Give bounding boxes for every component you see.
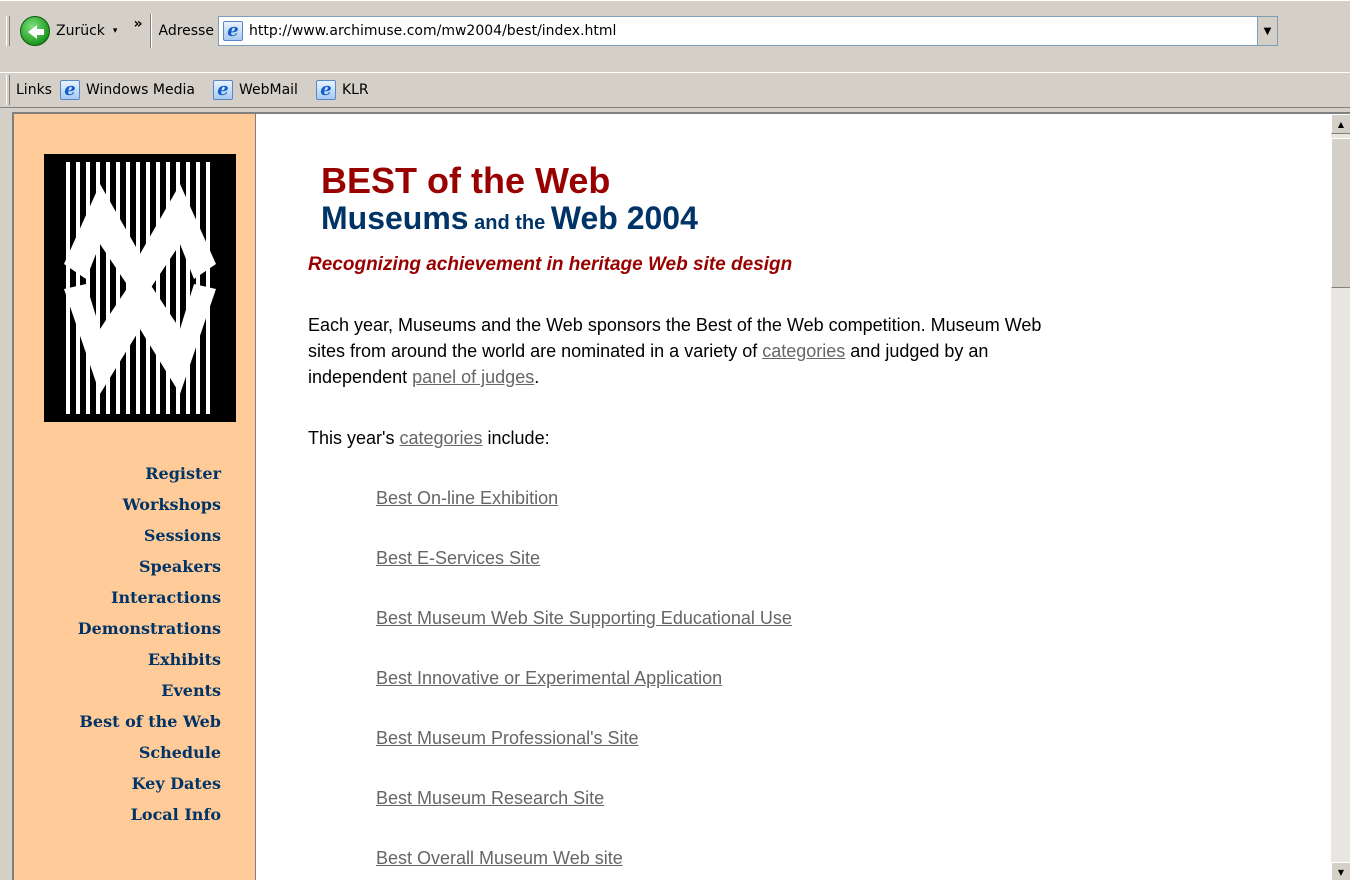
- chevron-up-icon: ▲: [1337, 119, 1345, 129]
- category-link[interactable]: Best On-line Exhibition: [376, 488, 558, 508]
- back-label: Zurück: [56, 23, 105, 39]
- sidebar-nav: Register Workshops Sessions Speakers Int…: [78, 458, 221, 830]
- list-item: Best Museum Professional's Site: [376, 728, 792, 788]
- nav-speakers[interactable]: Speakers: [78, 551, 221, 582]
- intro-text: .: [534, 367, 540, 387]
- page-subtitle: Museums and the Web 2004: [321, 200, 698, 237]
- address-toolbar: Zurück ▾ » Adresse e http://www.archimus…: [0, 0, 1350, 72]
- category-list: Best On-line Exhibition Best E-Services …: [376, 488, 792, 880]
- page-viewport: Register Workshops Sessions Speakers Int…: [12, 112, 1350, 880]
- subtitle-part: Museums: [321, 200, 469, 236]
- navigation-row: Zurück ▾ » Adresse e http://www.archimus…: [0, 11, 1350, 51]
- link-label: Windows Media: [85, 82, 195, 98]
- cats-text: This year's: [308, 428, 400, 448]
- link-webmail[interactable]: e WebMail: [212, 80, 298, 100]
- nav-events[interactable]: Events: [78, 675, 221, 706]
- toolbar-grip[interactable]: [6, 16, 10, 46]
- link-label: KLR: [341, 82, 369, 98]
- categories-intro: This year's categories include:: [308, 428, 550, 449]
- category-link[interactable]: Best Museum Research Site: [376, 788, 604, 808]
- mw-logo-graphic: [44, 154, 236, 422]
- links-toolbar: Links e Windows Media e WebMail e KLR: [0, 72, 1350, 108]
- category-link[interactable]: Best Museum Professional's Site: [376, 728, 639, 748]
- scroll-thumb[interactable]: [1331, 138, 1350, 288]
- ie-page-icon: e: [315, 80, 336, 100]
- list-item: Best E-Services Site: [376, 548, 792, 608]
- list-item: Best Innovative or Experimental Applicat…: [376, 668, 792, 728]
- categories-link-2[interactable]: categories: [399, 428, 482, 448]
- category-link[interactable]: Best Innovative or Experimental Applicat…: [376, 668, 722, 688]
- link-klr[interactable]: e KLR: [315, 80, 369, 100]
- nav-workshops[interactable]: Workshops: [78, 489, 221, 520]
- nav-key-dates[interactable]: Key Dates: [78, 768, 221, 799]
- tagline: Recognizing achievement in heritage Web …: [308, 254, 793, 275]
- list-item: Best Museum Web Site Supporting Educatio…: [376, 608, 792, 668]
- ie-page-icon: e: [212, 80, 233, 100]
- nav-interactions[interactable]: Interactions: [78, 582, 221, 613]
- nav-register[interactable]: Register: [78, 458, 221, 489]
- link-label: WebMail: [238, 82, 298, 98]
- scroll-down-button[interactable]: ▼: [1331, 862, 1350, 880]
- chevron-down-icon: ▼: [1263, 25, 1272, 37]
- categories-link[interactable]: categories: [762, 341, 845, 361]
- page-icon: e: [222, 21, 243, 41]
- toolbar-separator: [150, 14, 153, 48]
- back-arrow-icon: [20, 16, 50, 46]
- back-dropdown-icon[interactable]: ▾: [113, 26, 118, 36]
- sidebar: Register Workshops Sessions Speakers Int…: [14, 114, 256, 880]
- address-url[interactable]: http://www.archimuse.com/mw2004/best/ind…: [249, 23, 616, 39]
- intro-paragraph: Each year, Museums and the Web sponsors …: [308, 312, 1068, 390]
- cats-text: include:: [482, 428, 550, 448]
- link-windows-media[interactable]: e Windows Media: [59, 80, 195, 100]
- list-item: Best Overall Museum Web site: [376, 848, 792, 880]
- nav-demonstrations[interactable]: Demonstrations: [78, 613, 221, 644]
- chevron-down-icon: ▼: [1337, 867, 1345, 877]
- vertical-scrollbar[interactable]: ▲ ▼: [1330, 114, 1350, 880]
- nav-exhibits[interactable]: Exhibits: [78, 644, 221, 675]
- subtitle-part: and the: [468, 212, 551, 234]
- mw-logo: [44, 154, 236, 422]
- nav-local-info[interactable]: Local Info: [78, 799, 221, 830]
- address-dropdown-button[interactable]: ▼: [1257, 16, 1278, 46]
- address-bar[interactable]: e http://www.archimuse.com/mw2004/best/i…: [217, 16, 1258, 46]
- back-button[interactable]: Zurück ▾: [14, 14, 123, 48]
- subtitle-part: Web 2004: [550, 200, 698, 236]
- ie-page-icon: e: [59, 80, 80, 100]
- links-label: Links: [16, 82, 52, 98]
- toolbar-overflow-chevron-icon[interactable]: »: [133, 16, 142, 32]
- nav-sessions[interactable]: Sessions: [78, 520, 221, 551]
- list-item: Best Museum Research Site: [376, 788, 792, 848]
- address-label: Adresse: [158, 23, 214, 39]
- category-link[interactable]: Best Museum Web Site Supporting Educatio…: [376, 608, 792, 628]
- nav-best-of-the-web[interactable]: Best of the Web: [78, 706, 221, 737]
- nav-schedule[interactable]: Schedule: [78, 737, 221, 768]
- main-content: BEST of the Web Museums and the Web 2004…: [257, 114, 1332, 880]
- list-item: Best On-line Exhibition: [376, 488, 792, 548]
- category-link[interactable]: Best E-Services Site: [376, 548, 540, 568]
- page-title: BEST of the Web: [321, 160, 611, 201]
- links-grip[interactable]: [6, 75, 10, 105]
- panel-of-judges-link[interactable]: panel of judges: [412, 367, 534, 387]
- scroll-up-button[interactable]: ▲: [1331, 114, 1350, 134]
- category-link[interactable]: Best Overall Museum Web site: [376, 848, 623, 868]
